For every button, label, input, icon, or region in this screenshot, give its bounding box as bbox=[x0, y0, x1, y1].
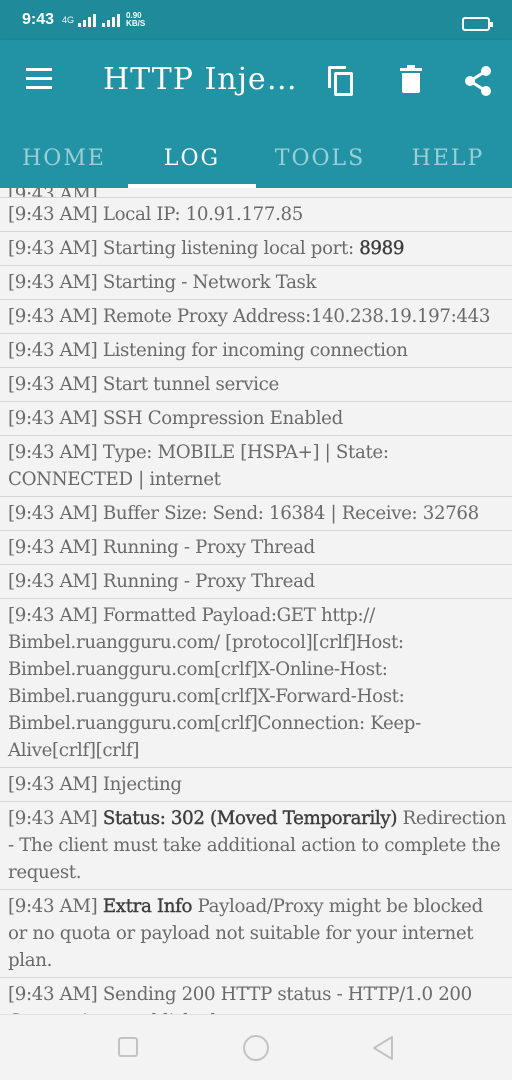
back-triangle-icon[interactable] bbox=[370, 1034, 396, 1062]
hamburger-menu-icon[interactable] bbox=[26, 68, 54, 92]
log-entry-text: [9:43 AM] bbox=[8, 808, 103, 829]
log-entry-text: [9:43 AM] Formatted Payload:GET http:// … bbox=[8, 605, 421, 761]
log-entry-text: [9:43 AM] Remote Proxy Address:140.238.1… bbox=[8, 306, 491, 327]
log-entry: [9:43 AM] Running - Proxy Thread bbox=[0, 531, 512, 565]
system-nav-bar bbox=[0, 1014, 512, 1080]
log-entry: [9:43 AM] Status: 302 (Moved Temporarily… bbox=[0, 802, 512, 890]
tab-bar: HOME LOG TOOLS HELP bbox=[0, 132, 512, 188]
log-entry: [9:43 AM] Starting - Network Task bbox=[0, 266, 512, 300]
log-entry: [9:43 AM] SSH Compression Enabled bbox=[0, 402, 512, 436]
log-list-inner: [9:43 AM] [9:43 AM] Local IP: 10.91.177.… bbox=[0, 188, 512, 1014]
copy-icon[interactable] bbox=[325, 64, 357, 98]
tab-log[interactable]: LOG bbox=[128, 132, 256, 188]
status-time: 9:43 bbox=[22, 11, 55, 28]
log-entry: [9:43 AM] Type: MOBILE [HSPA+] | State: … bbox=[0, 436, 512, 497]
log-entry-text: [9:43 AM] Running - Proxy Thread bbox=[8, 537, 315, 558]
app-bar: HTTP Injector HOME LOG TOOLS HELP bbox=[0, 40, 512, 188]
log-entry-text: [9:43 AM] Type: MOBILE [HSPA+] | State: … bbox=[8, 442, 389, 490]
tab-home[interactable]: HOME bbox=[0, 132, 128, 188]
log-entry-text: [9:43 AM] Start tunnel service bbox=[8, 374, 279, 395]
share-icon[interactable] bbox=[462, 64, 494, 98]
log-entry-text: [9:43 AM] Running - Proxy Thread bbox=[8, 571, 315, 592]
log-entry-partial: [9:43 AM] bbox=[0, 188, 512, 198]
log-entry: [9:43 AM] Local IP: 10.91.177.85 bbox=[0, 198, 512, 232]
app-title: HTTP Injector bbox=[103, 62, 303, 97]
log-entry: [9:43 AM] Remote Proxy Address:140.238.1… bbox=[0, 300, 512, 334]
log-entry-text: [9:43 AM] Sending 200 HTTP status - HTTP… bbox=[8, 984, 472, 1014]
log-entry: [9:43 AM] Buffer Size: Send: 16384 | Rec… bbox=[0, 497, 512, 531]
battery-icon bbox=[462, 17, 493, 31]
log-entry-text: [9:43 AM] Starting listening local port: bbox=[8, 238, 360, 259]
log-entry: [9:43 AM] Extra Info Payload/Proxy might… bbox=[0, 890, 512, 978]
log-entry: [9:43 AM] Listening for incoming connect… bbox=[0, 334, 512, 368]
signal-strength-icon bbox=[78, 13, 97, 27]
status-bar: 9:43 4G 0.90 KB/S bbox=[0, 0, 512, 40]
log-entry: [9:43 AM] Injecting bbox=[0, 768, 512, 802]
log-entry-highlight: Status: 302 (Moved Temporarily) bbox=[102, 808, 398, 829]
recents-square-icon[interactable] bbox=[118, 1037, 138, 1057]
log-entry: [9:43 AM] Starting listening local port:… bbox=[0, 232, 512, 266]
log-entry-text: [9:43 AM] SSH Compression Enabled bbox=[8, 408, 343, 429]
log-entry-highlight: Extra Info bbox=[102, 896, 193, 917]
tab-help[interactable]: HELP bbox=[384, 132, 512, 188]
log-entry-text: [9:43 AM] bbox=[8, 896, 103, 917]
home-circle-icon[interactable] bbox=[243, 1035, 269, 1061]
network-speed: 0.90 KB/S bbox=[126, 12, 145, 28]
tab-tools[interactable]: TOOLS bbox=[256, 132, 384, 188]
log-entry-text: [9:43 AM] Local IP: 10.91.177.85 bbox=[8, 204, 303, 225]
trash-icon[interactable] bbox=[396, 64, 428, 98]
log-entry: [9:43 AM] Start tunnel service bbox=[0, 368, 512, 402]
log-entry: [9:43 AM] Running - Proxy Thread bbox=[0, 565, 512, 599]
log-entry: [9:43 AM] Sending 200 HTTP status - HTTP… bbox=[0, 978, 512, 1014]
log-entry-highlight: 8989 bbox=[359, 238, 405, 259]
signal-strength-icon-2 bbox=[102, 13, 121, 27]
log-entry-text: [9:43 AM] Listening for incoming connect… bbox=[8, 340, 408, 361]
log-entry-text: [9:43 AM] Injecting bbox=[8, 774, 182, 795]
log-entry-text: [9:43 AM] Starting - Network Task bbox=[8, 272, 317, 293]
log-entry-text: [9:43 AM] Buffer Size: Send: 16384 | Rec… bbox=[8, 503, 479, 524]
log-entry: [9:43 AM] Formatted Payload:GET http:// … bbox=[0, 599, 512, 768]
log-list[interactable]: [9:43 AM] [9:43 AM] Local IP: 10.91.177.… bbox=[0, 188, 512, 1014]
network-type-label: 4G bbox=[62, 14, 75, 25]
network-speed-unit: KB/S bbox=[126, 19, 146, 28]
